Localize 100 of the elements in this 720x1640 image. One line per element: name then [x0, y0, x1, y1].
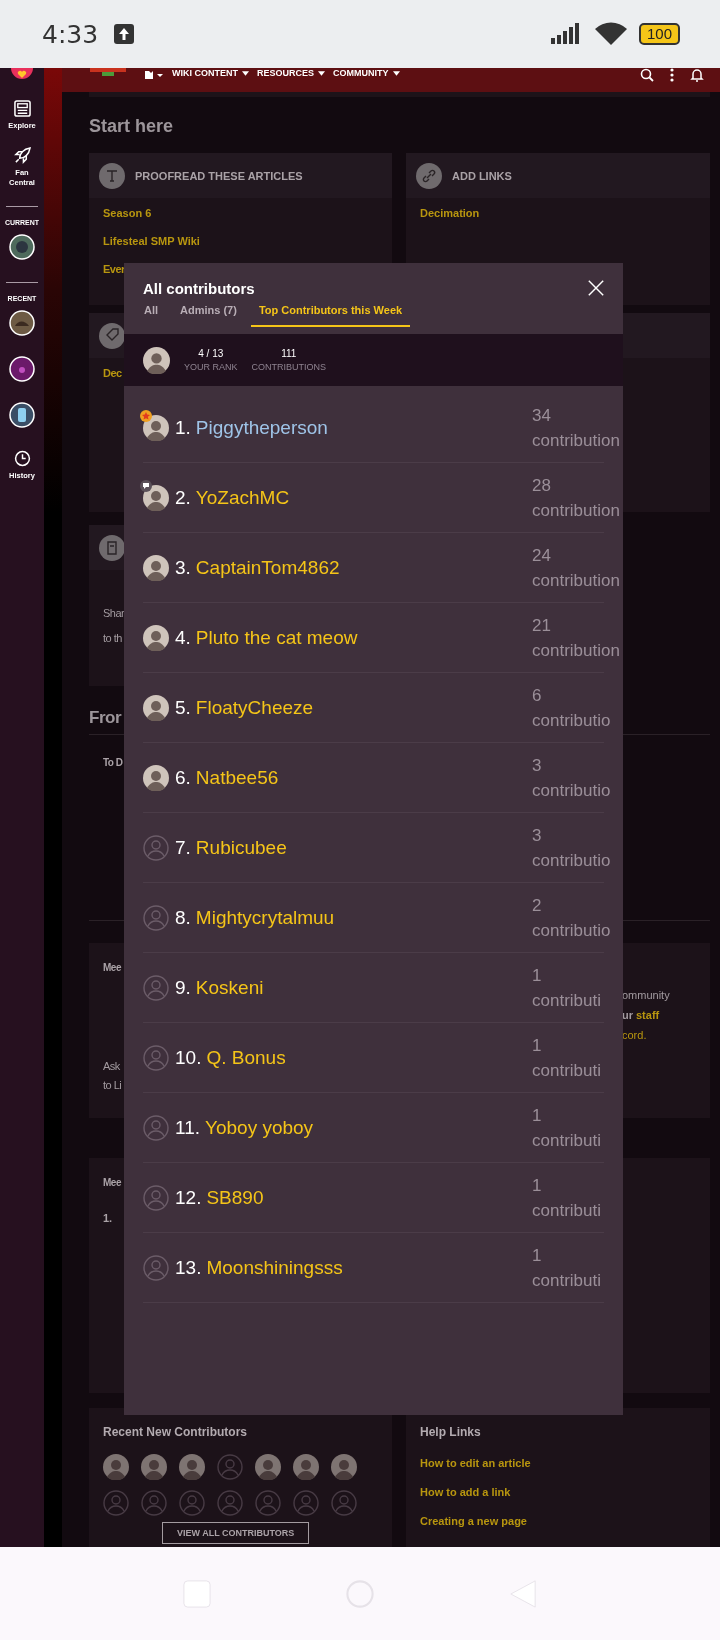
- staff-link[interactable]: staff: [636, 1008, 660, 1022]
- user-link[interactable]: Pluto the cat meow: [195, 626, 358, 649]
- book-icon[interactable]: [144, 70, 164, 80]
- user-link[interactable]: Rubicubee: [195, 836, 287, 859]
- help-link[interactable]: Creating a new page: [420, 1514, 527, 1528]
- rank-number: 5.: [175, 696, 191, 719]
- avatar: [143, 554, 169, 581]
- user-link[interactable]: Koskeni: [195, 976, 264, 999]
- avatar: [179, 1454, 205, 1480]
- user-link[interactable]: YoZachMC: [195, 486, 290, 509]
- user-icon: [217, 1490, 243, 1516]
- card-title: ADD LINKS: [452, 169, 512, 182]
- tab[interactable]: Top Contributors this Week: [250, 300, 411, 327]
- view-all-button[interactable]: VIEW ALL CONTRIBUTORS: [162, 1522, 310, 1544]
- user-link[interactable]: Q. Bonus: [206, 1046, 286, 1069]
- wiki-logo-icon[interactable]: [90, 68, 126, 76]
- close-icon[interactable]: [587, 279, 605, 297]
- card-text: to Li: [103, 1078, 122, 1092]
- dialog-title: All contributors: [143, 279, 255, 297]
- nav-menu[interactable]: WIKI CONTENT: [172, 68, 249, 78]
- contribution-count: 1: [532, 1105, 542, 1125]
- nav-menu[interactable]: RESOURCES: [257, 68, 325, 78]
- user-icon: [143, 974, 169, 1001]
- battery-indicator: 100: [638, 23, 680, 45]
- nav-menu[interactable]: COMMUNITY: [333, 68, 400, 78]
- wiki-avatar[interactable]: [9, 402, 35, 428]
- clock-icon[interactable]: [13, 450, 31, 467]
- card-title: Mee: [103, 1177, 121, 1188]
- tab[interactable]: Admins (7): [172, 300, 245, 327]
- clock-time: 4:33: [42, 19, 99, 49]
- avatar: [143, 694, 169, 721]
- help-link[interactable]: How to edit an article: [420, 1456, 531, 1470]
- avatar: [143, 346, 170, 374]
- rank-number: 8.: [175, 906, 191, 929]
- article-link[interactable]: Season 6: [103, 206, 152, 220]
- card-title: Recent New Contributors: [103, 1425, 247, 1439]
- article-link[interactable]: Decimation: [420, 206, 480, 220]
- speech-bubble-icon: [140, 479, 152, 492]
- user-link[interactable]: Piggytheperson: [195, 416, 328, 439]
- card-text: to th: [103, 631, 122, 645]
- user-icon: [143, 1254, 169, 1281]
- contribution-count: 28: [532, 475, 551, 495]
- wiki-avatar[interactable]: [9, 310, 35, 336]
- rank-value: 4 / 13: [198, 348, 224, 359]
- user-link[interactable]: SB890: [206, 1186, 264, 1209]
- section-heading: Start here: [89, 115, 175, 138]
- page-icon: [99, 534, 125, 561]
- tag-icon: [99, 322, 125, 349]
- contribution-count: 1: [532, 1035, 542, 1055]
- rank-number: 10.: [175, 1046, 202, 1069]
- newspaper-icon[interactable]: [13, 100, 31, 117]
- discord-link[interactable]: cord.: [622, 1028, 710, 1042]
- contribution-count: 1: [532, 965, 542, 985]
- user-icon: [331, 1490, 357, 1516]
- wiki-avatar[interactable]: [9, 234, 35, 260]
- avatar: [143, 764, 169, 791]
- signal-icon: [550, 23, 581, 45]
- rank-number: 9.: [175, 976, 191, 999]
- star-badge-icon: [140, 409, 152, 422]
- contribution-count: 24: [532, 545, 551, 565]
- article-link[interactable]: Dec: [103, 366, 122, 380]
- contribution-label: contributi: [532, 990, 601, 1010]
- contribution-label: contribution: [532, 570, 620, 590]
- card-title: To D: [103, 757, 123, 768]
- tab[interactable]: All: [136, 300, 167, 327]
- search-icon[interactable]: [640, 68, 654, 82]
- bell-icon[interactable]: [690, 68, 704, 82]
- contribution-count: 34: [532, 405, 551, 425]
- rocket-icon[interactable]: [13, 147, 31, 164]
- wiki-avatar[interactable]: [9, 356, 35, 382]
- user-link[interactable]: CaptainTom4862: [195, 556, 340, 579]
- card-text: ommunity: [622, 988, 671, 1002]
- contribution-label: contributi: [532, 1270, 601, 1290]
- user-icon: [255, 1490, 281, 1516]
- contribution-label: contributi: [532, 1060, 601, 1080]
- user-icon: [143, 904, 169, 931]
- user-link[interactable]: Moonshiningsss: [206, 1256, 343, 1279]
- wifi-icon: [594, 22, 627, 46]
- rank-number: 6.: [175, 766, 191, 789]
- article-link[interactable]: Ever: [103, 262, 125, 276]
- user-icon: [143, 1114, 169, 1141]
- rank-number: 2.: [175, 486, 191, 509]
- contribution-count: 21: [532, 615, 551, 635]
- article-link[interactable]: Lifesteal SMP Wiki: [103, 234, 200, 248]
- user-link[interactable]: Yoboy yoboy: [205, 1116, 314, 1139]
- heart-logo-icon[interactable]: [11, 68, 33, 82]
- contribution-label: contributi: [532, 1200, 601, 1220]
- rank-number: 11.: [175, 1116, 200, 1139]
- user-link[interactable]: FloatyCheeze: [195, 696, 314, 719]
- contributions-value: 111: [281, 348, 297, 359]
- card-title: PROOFREAD THESE ARTICLES: [135, 169, 303, 182]
- more-icon[interactable]: [670, 68, 674, 82]
- user-icon: [143, 834, 169, 861]
- rank-number: 1.: [175, 416, 191, 439]
- contribution-count: 2: [532, 895, 542, 915]
- user-link[interactable]: Natbee56: [195, 766, 279, 789]
- contribution-label: contributio: [532, 710, 611, 730]
- user-link[interactable]: Mightycrytalmuu: [195, 906, 335, 929]
- help-link[interactable]: How to add a link: [420, 1485, 511, 1499]
- user-icon: [179, 1490, 205, 1516]
